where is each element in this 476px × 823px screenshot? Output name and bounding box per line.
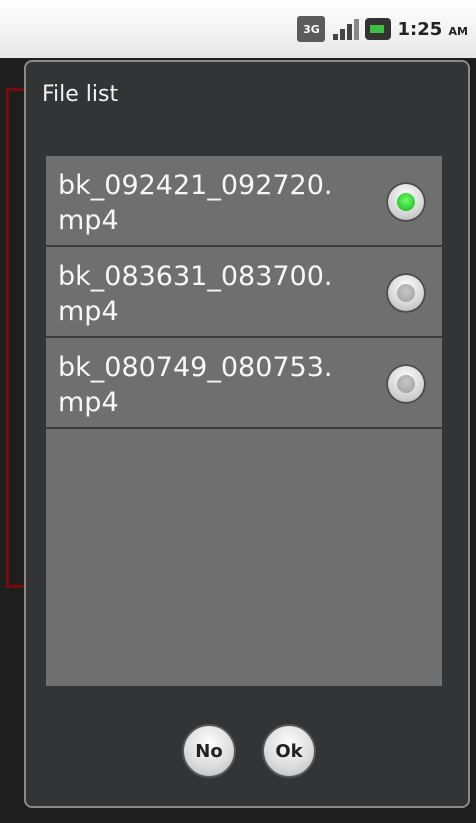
- file-row[interactable]: bk_083631_083700. mp4: [46, 247, 442, 338]
- file-row[interactable]: bk_092421_092720. mp4: [46, 156, 442, 247]
- file-list-dialog: File list bk_092421_092720. mp4 bk_08363…: [24, 60, 470, 808]
- ok-button[interactable]: Ok: [262, 724, 316, 778]
- clock-time: 1:25: [397, 18, 443, 40]
- network-3g-icon: 3G: [297, 16, 326, 42]
- clock: 1:25 AM: [397, 19, 468, 40]
- radio-button-selected[interactable]: [386, 182, 426, 222]
- status-icons: 3G 1:25 AM: [297, 14, 468, 44]
- dialog-title: File list: [42, 82, 119, 107]
- file-label: bk_083631_083700. mp4: [58, 261, 333, 327]
- clock-ampm: AM: [448, 24, 468, 38]
- signal-strength-icon: [331, 16, 360, 42]
- status-bar: 3G 1:25 AM: [0, 0, 476, 58]
- dialog-buttons: No Ok: [26, 724, 472, 778]
- file-list: bk_092421_092720. mp4 bk_083631_083700. …: [46, 156, 442, 686]
- battery-icon: [365, 18, 392, 40]
- no-button[interactable]: No: [182, 724, 236, 778]
- radio-button[interactable]: [386, 273, 426, 313]
- file-label: bk_080749_080753. mp4: [58, 352, 333, 418]
- file-row[interactable]: bk_080749_080753. mp4: [46, 338, 442, 429]
- file-label: bk_092421_092720. mp4: [58, 170, 333, 236]
- radio-button[interactable]: [386, 364, 426, 404]
